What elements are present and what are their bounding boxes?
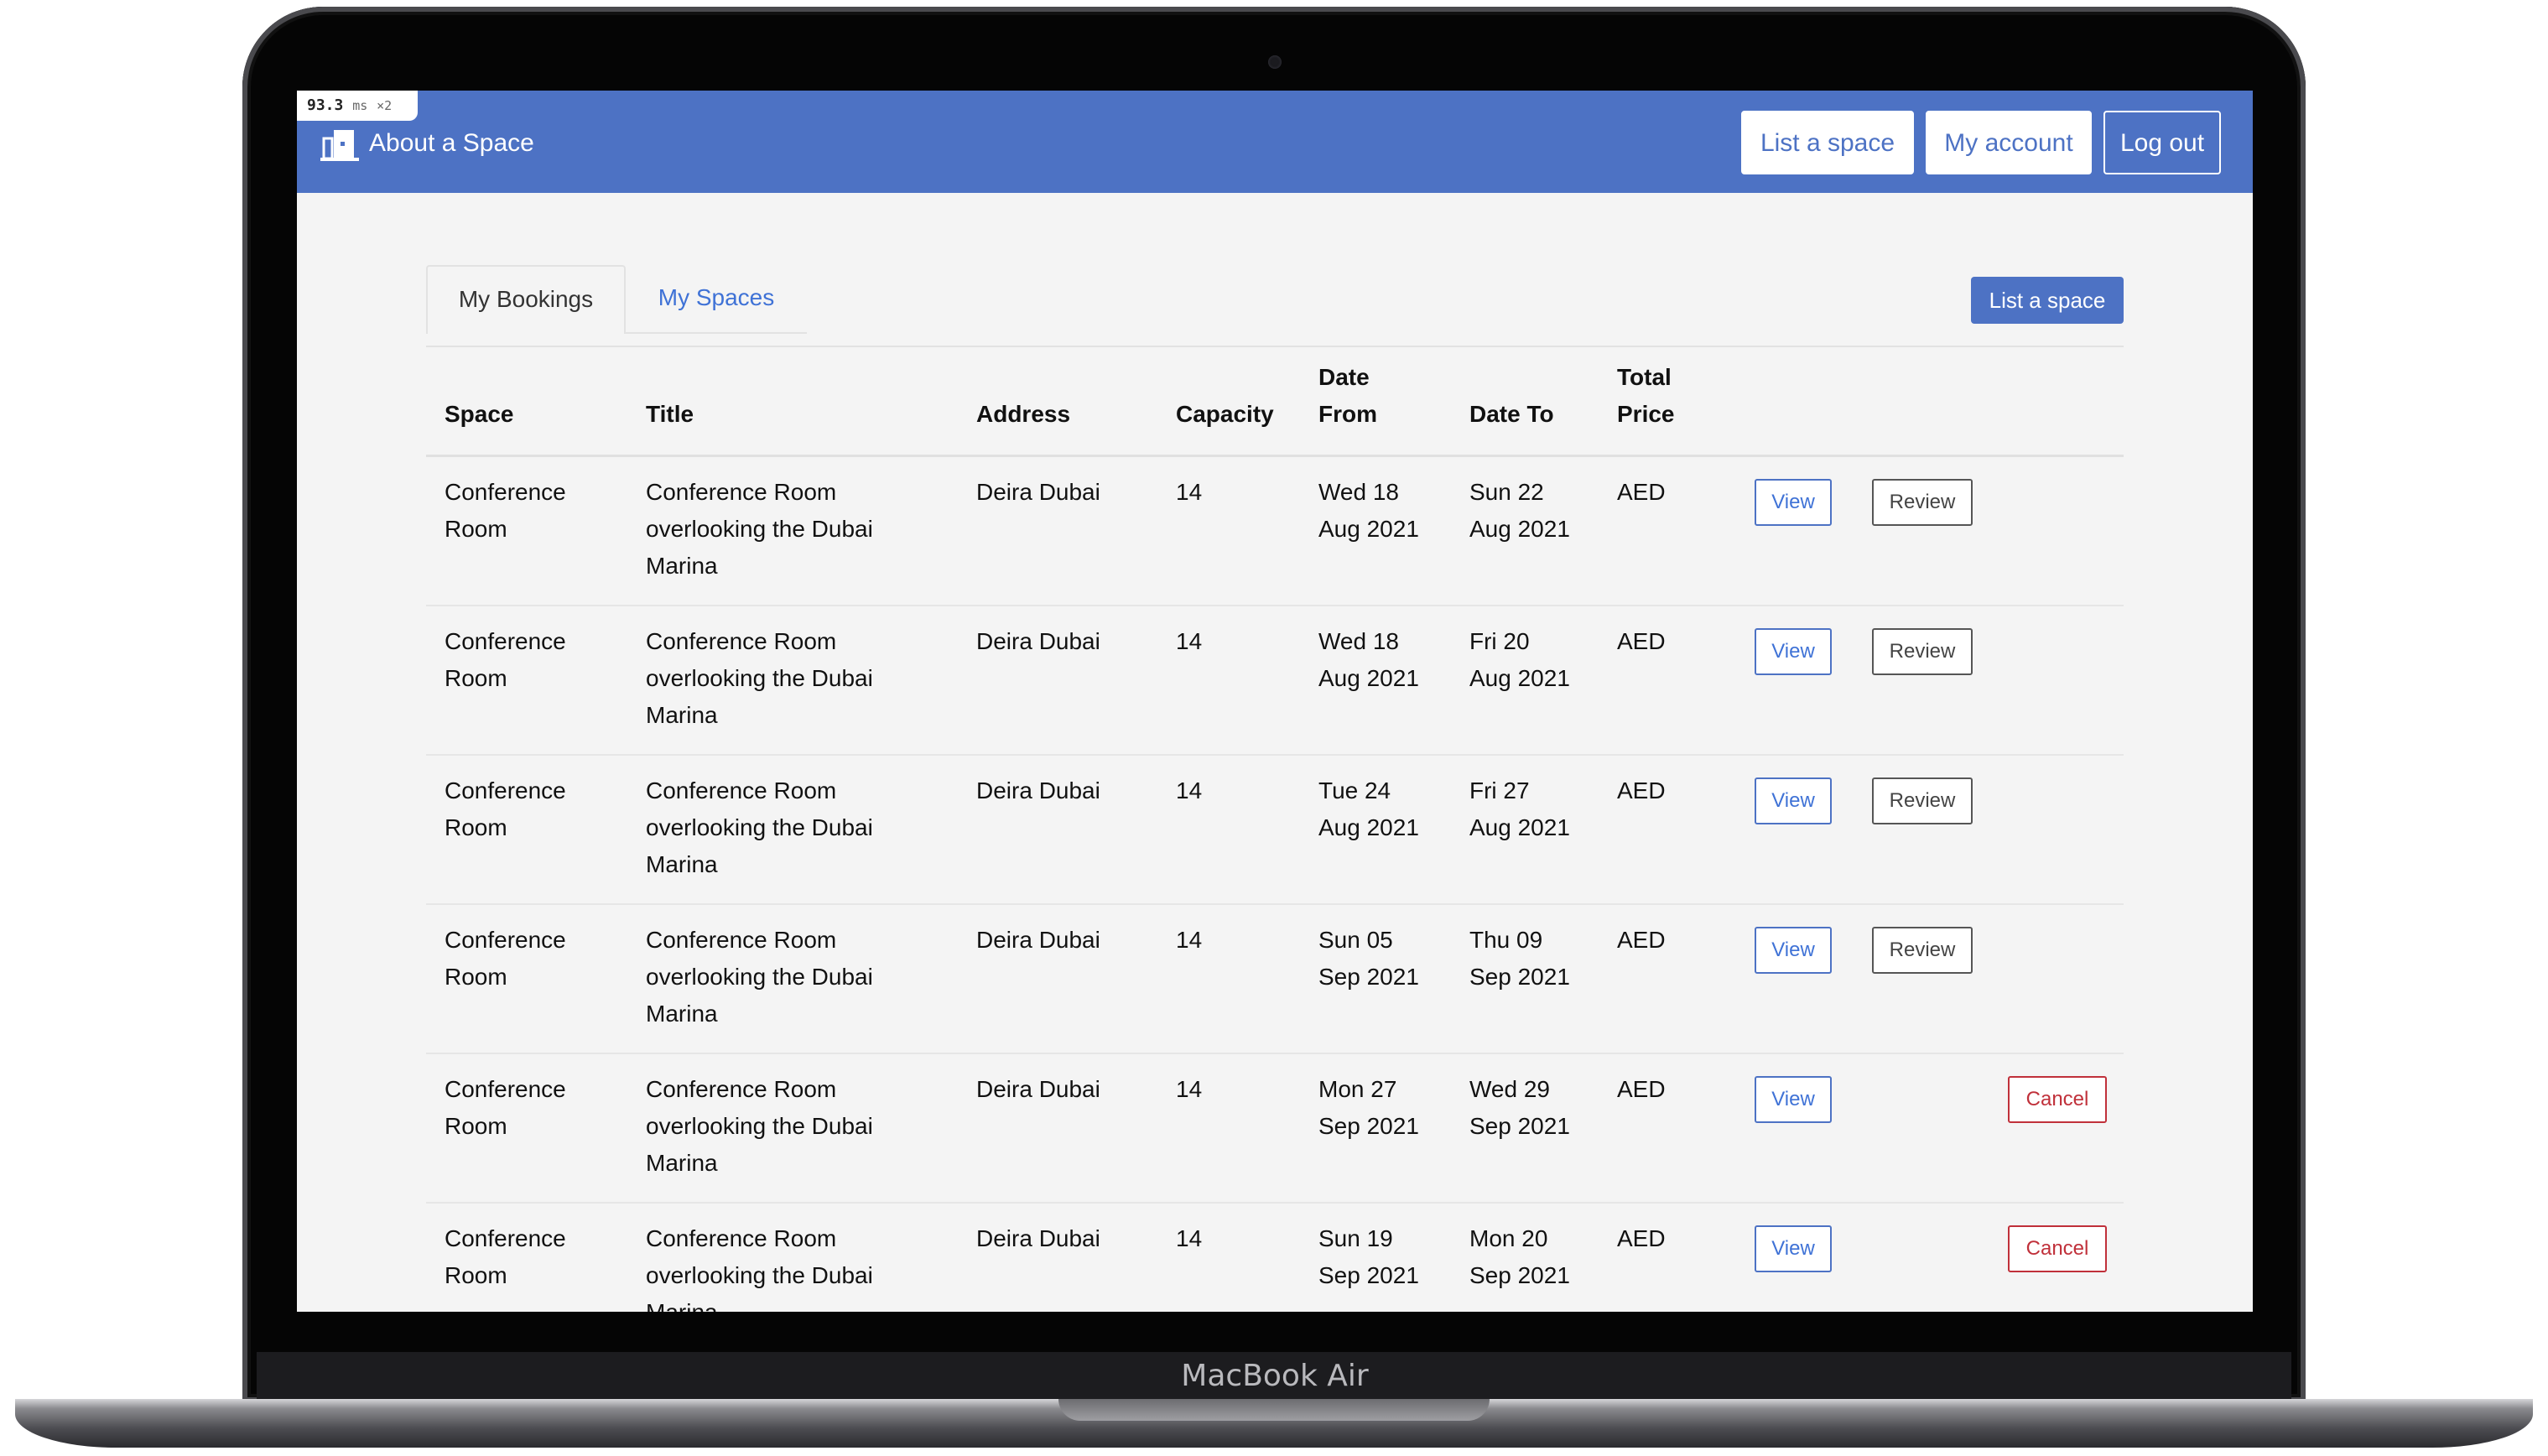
laptop-hinge-notch — [1058, 1399, 1490, 1421]
cell-date-from: Tue 24 Aug 2021 — [1318, 777, 1419, 840]
cell-price: AED — [1617, 927, 1666, 953]
cell-space: Conference Room — [445, 628, 566, 691]
cell-date-from: Wed 18 Aug 2021 — [1318, 628, 1419, 691]
bookings-table: Space Title Address Capacity Date From Da… — [426, 351, 2124, 1312]
review-button[interactable]: Review — [1872, 777, 1973, 824]
view-button[interactable]: View — [1755, 1225, 1832, 1272]
cell-price: AED — [1617, 479, 1666, 505]
view-button[interactable]: View — [1755, 479, 1832, 526]
cell-capacity: 14 — [1176, 1225, 1203, 1251]
cell-price: AED — [1617, 1076, 1666, 1102]
header-date-from: Date From — [1318, 364, 1377, 427]
cell-title: Conference Roomoverlooking the DubaiMari… — [646, 927, 873, 1027]
cancel-button[interactable]: Cancel — [2008, 1225, 2107, 1272]
tabs: My Bookings My Spaces — [426, 265, 2124, 347]
review-button[interactable]: Review — [1872, 927, 1973, 974]
my-account-button[interactable]: My account — [1926, 111, 2092, 174]
cell-capacity: 14 — [1176, 479, 1203, 505]
cell-title: Conference Roomoverlooking the DubaiMari… — [646, 1076, 873, 1176]
cell-capacity: 14 — [1176, 777, 1203, 803]
review-button[interactable]: Review — [1872, 628, 1973, 675]
view-button[interactable]: View — [1755, 777, 1832, 824]
cell-capacity: 14 — [1176, 628, 1203, 654]
table-row: Conference Room Conference Room overlookin… — [426, 1204, 2124, 1312]
cell-address: Deira Dubai — [976, 1225, 1100, 1251]
cell-space: Conference Room — [445, 777, 566, 840]
logout-button[interactable]: Log out — [2103, 111, 2221, 174]
cell-title: Conference Roomoverlooking the DubaiMari… — [646, 628, 873, 728]
cell-address: Deira Dubai — [976, 1076, 1100, 1102]
header-address: Address — [976, 401, 1071, 427]
cell-date-from: Mon 27 Sep 2021 — [1318, 1076, 1419, 1139]
cell-title: Conference Roomoverlooking the DubaiMari… — [646, 1225, 873, 1312]
review-button[interactable]: Review — [1872, 479, 1973, 526]
cell-space: Conference Room — [445, 927, 566, 990]
list-space-button[interactable]: List a space — [1971, 277, 2124, 324]
device-brand-label: MacBook Air — [1181, 1359, 1369, 1393]
table-row: Conference Room Conference Room overlookin… — [426, 606, 2124, 756]
table-row: Conference Room Conference Room overlookin… — [426, 756, 2124, 905]
cell-space: Conference Room — [445, 1225, 566, 1288]
webcam-icon — [1268, 55, 1282, 69]
view-button[interactable]: View — [1755, 927, 1832, 974]
header-total-price: Total Price — [1617, 364, 1675, 427]
table-row: Conference Room Conference Room overlookin… — [426, 905, 2124, 1054]
cell-space: Conference Room — [445, 1076, 566, 1139]
cell-title: Conference Roomoverlooking the DubaiMari… — [646, 777, 873, 877]
header-capacity: Capacity — [1176, 401, 1274, 427]
cell-address: Deira Dubai — [976, 479, 1100, 505]
tab-my-bookings[interactable]: My Bookings — [426, 265, 626, 334]
cell-price: AED — [1617, 1225, 1666, 1251]
table-row: Conference Room Conference Room overlookin… — [426, 457, 2124, 606]
cell-date-from: Wed 18 Aug 2021 — [1318, 479, 1419, 542]
cell-title: Conference Roomoverlooking the DubaiMari… — [646, 479, 873, 579]
cell-date-to: Mon 20 Sep 2021 — [1469, 1225, 1570, 1288]
tab-divider — [626, 332, 807, 334]
header-space: Space — [445, 401, 514, 427]
cell-capacity: 14 — [1176, 927, 1203, 953]
cell-date-to: Thu 09 Sep 2021 — [1469, 927, 1570, 990]
cell-address: Deira Dubai — [976, 927, 1100, 953]
cell-price: AED — [1617, 777, 1666, 803]
cell-date-to: Fri 20 Aug 2021 — [1469, 628, 1570, 691]
cell-date-to: Sun 22 Aug 2021 — [1469, 479, 1570, 542]
list-space-nav-button[interactable]: List a space — [1741, 111, 1914, 174]
table-header: Space Title Address Capacity Date From Da… — [426, 351, 2124, 457]
view-button[interactable]: View — [1755, 628, 1832, 675]
cell-date-from: Sun 05 Sep 2021 — [1318, 927, 1419, 990]
cell-capacity: 14 — [1176, 1076, 1203, 1102]
navbar: 93.3 ms ×2 About a Space List a space My… — [297, 91, 2253, 193]
screen: 93.3 ms ×2 About a Space List a space My… — [297, 91, 2253, 1312]
brand-name[interactable]: About a Space — [369, 129, 534, 158]
cell-date-to: Fri 27 Aug 2021 — [1469, 777, 1570, 840]
tab-my-spaces[interactable]: My Spaces — [626, 265, 807, 334]
cell-address: Deira Dubai — [976, 628, 1100, 654]
cell-price: AED — [1617, 628, 1666, 654]
cell-space: Conference Room — [445, 479, 566, 542]
cell-date-to: Wed 29 Sep 2021 — [1469, 1076, 1570, 1139]
header-title: Title — [646, 401, 694, 427]
header-date-to: Date To — [1469, 401, 1554, 427]
perf-badge: 93.3 ms ×2 — [297, 91, 418, 121]
view-button[interactable]: View — [1755, 1076, 1832, 1123]
cancel-button[interactable]: Cancel — [2008, 1076, 2107, 1123]
table-row: Conference Room Conference Room overlookin… — [426, 1054, 2124, 1204]
cell-address: Deira Dubai — [976, 777, 1100, 803]
door-logo-icon[interactable] — [320, 126, 359, 163]
cell-date-from: Sun 19 Sep 2021 — [1318, 1225, 1419, 1288]
